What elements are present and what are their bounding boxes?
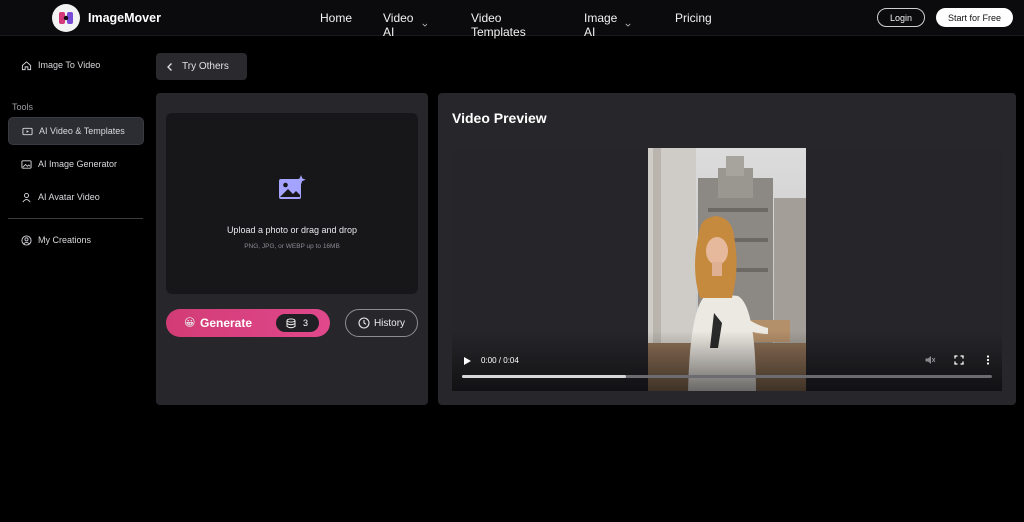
generate-button[interactable]: 😀 Generate 3 [166, 309, 330, 337]
time-display: 0:00 / 0:04 [481, 356, 519, 365]
sidebar-item-image-to-video[interactable]: Image To Video [8, 51, 144, 79]
sidebar-item-label: My Creations [38, 235, 92, 245]
nav-home-label: Home [320, 11, 353, 25]
chevron-down-icon [422, 23, 428, 27]
user-circle-icon [21, 234, 32, 246]
top-navigation-bar: ImageMover Home Video AI Video Templates… [0, 0, 1024, 39]
controls-overlay [452, 331, 1002, 391]
play-icon[interactable] [462, 356, 472, 366]
sidebar-item-label: AI Video & Templates [39, 126, 125, 136]
image-upload-icon [279, 175, 306, 199]
video-icon [22, 127, 33, 135]
avatar-icon [22, 192, 31, 202]
chevron-down-icon [625, 23, 631, 27]
database-icon [286, 317, 296, 328]
credit-count: 3 [303, 318, 309, 328]
nav-pricing[interactable]: Pricing [675, 11, 712, 25]
video-preview-title: Video Preview [452, 110, 547, 126]
image-icon [21, 159, 32, 169]
nav-image-ai[interactable]: Image AI [584, 11, 631, 39]
fullscreen-icon[interactable] [953, 354, 965, 366]
brand-logo[interactable]: ImageMover [52, 4, 161, 32]
sidebar: Image To Video Tools AI Video & Template… [0, 37, 150, 522]
login-button[interactable]: Login [877, 8, 925, 27]
nav-home[interactable]: Home [320, 11, 352, 25]
home-icon [21, 60, 32, 70]
upload-dropzone[interactable]: Upload a photo or drag and drop PNG, JPG… [166, 113, 418, 294]
upload-title: Upload a photo or drag and drop [226, 225, 358, 235]
video-progress-bar[interactable] [462, 375, 992, 378]
video-player[interactable]: 0:00 / 0:04 [452, 148, 1002, 391]
sidebar-item-my-creations[interactable]: My Creations [8, 226, 144, 254]
try-others-label: Try Others [182, 61, 229, 72]
nav-pricing-label: Pricing [675, 11, 712, 25]
sidebar-item-label: Image To Video [38, 60, 101, 70]
sidebar-divider [8, 218, 143, 219]
sidebar-item-ai-video-templates[interactable]: AI Video & Templates [8, 117, 144, 145]
sidebar-item-label: AI Avatar Video [38, 192, 100, 202]
chevron-left-icon [167, 62, 172, 71]
start-for-free-button[interactable]: Start for Free [936, 8, 1013, 27]
nav-image-ai-label: Image AI [584, 11, 618, 39]
nav-video-ai-label: Video AI [383, 11, 414, 39]
credit-count-badge: 3 [276, 314, 319, 332]
brand-name: ImageMover [88, 11, 161, 25]
logo-icon [52, 4, 80, 32]
volume-muted-icon[interactable] [924, 354, 936, 366]
sidebar-item-label: AI Image Generator [38, 159, 118, 169]
sidebar-item-ai-image-generator[interactable]: AI Image Generator [8, 150, 144, 178]
nav-video-templates[interactable]: Video Templates [471, 11, 526, 39]
video-progress-fill [462, 375, 627, 378]
generate-label: Generate [200, 316, 253, 330]
upload-subtitle: PNG, JPG, or WEBP up to 16MB [244, 243, 340, 250]
nav-video-ai[interactable]: Video AI [383, 11, 428, 39]
sidebar-section-tools: Tools [12, 102, 34, 112]
clock-icon [358, 317, 370, 329]
sparkle-emoji-icon: 😀 [184, 317, 196, 329]
upload-panel: Upload a photo or drag and drop PNG, JPG… [156, 93, 428, 405]
history-label: History [373, 317, 406, 329]
try-others-button[interactable]: Try Others [156, 53, 247, 80]
sidebar-item-ai-avatar-video[interactable]: AI Avatar Video [8, 183, 144, 211]
video-preview-panel: Video Preview 0:00 / 0:04 [438, 93, 1016, 405]
history-button[interactable]: History [345, 309, 418, 337]
more-options-icon[interactable] [982, 354, 994, 366]
nav-video-templates-label: Video Templates [471, 11, 526, 39]
